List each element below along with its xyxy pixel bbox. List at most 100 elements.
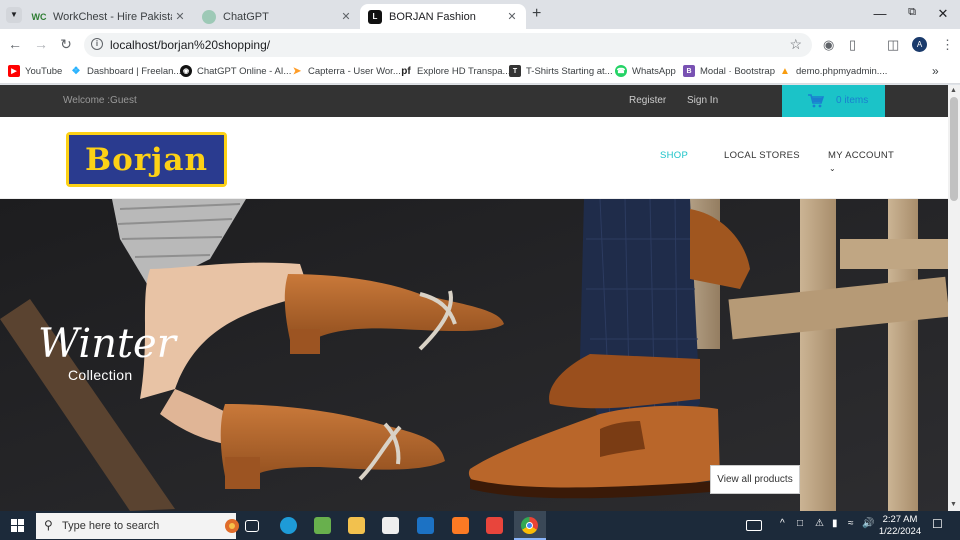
tab-title: BORJAN Fashion [389, 10, 476, 23]
nav-local-stores[interactable]: LOCAL STORES [724, 150, 800, 161]
mail-icon[interactable] [417, 517, 434, 534]
bookmark-label: Modal · Bootstrap [700, 65, 775, 77]
edge-icon[interactable] [280, 517, 297, 534]
new-tab-button[interactable]: + [532, 5, 541, 23]
back-arrow-icon[interactable]: ← [6, 36, 24, 52]
close-icon[interactable]: ✕ [172, 10, 188, 23]
bookmark-label: demo.phpmyadmin.... [796, 65, 888, 77]
bookmark-whatsapp[interactable]: ☎ WhatsApp [615, 65, 676, 77]
pngfind-icon: pf [401, 65, 411, 77]
hero-subline: Collection [68, 367, 133, 383]
close-icon[interactable]: ✕ [338, 10, 354, 23]
chrome-taskbar-button[interactable] [514, 511, 546, 540]
tab-borjan[interactable]: L BORJAN Fashion ✕ [360, 4, 526, 29]
chatgpt-icon: ◉ [180, 65, 192, 77]
bookmark-star-icon[interactable]: ☆ [789, 36, 802, 53]
show-hidden-icons[interactable]: ^ [780, 518, 785, 529]
signin-link[interactable]: Sign In [687, 95, 718, 106]
bookmark-label: T-Shirts Starting at... [526, 65, 613, 77]
borjan-logo[interactable]: Borjan [66, 132, 227, 187]
scroll-up-icon[interactable]: ▲ [950, 87, 957, 94]
taskbar-search-box[interactable]: ⚲ Type here to search [36, 513, 239, 539]
media-app-icon[interactable] [486, 517, 503, 534]
site-topbar: Welcome :Guest Register Sign In 0 items [0, 85, 948, 117]
profile-avatar[interactable]: A [912, 37, 927, 52]
reload-icon[interactable]: ↻ [57, 36, 75, 53]
phpmyadmin-icon: ▲ [780, 65, 790, 77]
page-scrollbar[interactable]: ▲ ▼ [948, 85, 960, 511]
cart-button[interactable]: 0 items [782, 85, 885, 117]
store-icon[interactable] [382, 517, 399, 534]
menu-dots-icon[interactable]: ⋮ [941, 37, 954, 53]
search-icon: ⚲ [44, 518, 53, 532]
nav-shop[interactable]: SHOP [660, 150, 688, 161]
nav-my-account[interactable]: MY ACCOUNT [828, 150, 894, 161]
whatsapp-icon: ☎ [615, 65, 627, 77]
view-all-products-button[interactable]: View all products [710, 465, 800, 494]
workchest-icon: WC [31, 11, 47, 22]
bookmark-label: Capterra - User Wor... [308, 65, 401, 77]
tshirt-icon: T [509, 65, 521, 77]
chevron-down-icon[interactable]: ⌄ [829, 164, 836, 173]
taskbar-clock[interactable]: 2:27 AM 1/22/2024 [874, 514, 926, 538]
welcome-text: Welcome :Guest [63, 95, 137, 106]
keyboard-icon[interactable] [746, 520, 762, 531]
tab-workchest[interactable]: WC WorkChest - Hire Pakistani Free ✕ [24, 4, 194, 29]
site-header: Borjan SHOP LOCAL STORES MY ACCOUNT ⌄ [0, 117, 948, 199]
bookmark-pngfind[interactable]: pf Explore HD Transpa... [400, 65, 510, 77]
battery-icon[interactable]: ▮ [832, 518, 838, 529]
clock-date: 1/22/2024 [878, 526, 922, 537]
youtube-icon: ▶ [8, 65, 20, 77]
tab-search-button[interactable]: ▼ [6, 7, 22, 23]
xampp-icon[interactable] [452, 517, 469, 534]
bookmark-freelancer[interactable]: ❖ Dashboard | Freelan... [70, 65, 182, 77]
bookmark-bootstrap[interactable]: B Modal · Bootstrap [683, 65, 775, 77]
tab-title: WorkChest - Hire Pakistani Free [53, 10, 172, 23]
freelancer-icon: ❖ [71, 65, 81, 77]
hero-headline: Winter [38, 321, 176, 367]
side-panel-icon[interactable]: ◫ [887, 37, 899, 53]
register-link[interactable]: Register [629, 95, 666, 106]
file-explorer-icon[interactable] [348, 517, 365, 534]
browser-toolbar: ← → ↻ i localhost/borjan%20shopping/ ☆ ◉… [0, 29, 960, 60]
translate-icon[interactable]: ◉ [823, 37, 834, 53]
windows-taskbar: ⚲ Type here to search ^ □ ⚠ ▮ ≈ 🔊 2:27 A… [0, 511, 960, 540]
windows-start-icon[interactable] [11, 519, 24, 532]
search-highlight-icon [225, 519, 239, 533]
scroll-thumb[interactable] [950, 97, 958, 201]
bookmark-chatgpt-online[interactable]: ◉ ChatGPT Online - AI... [180, 65, 291, 77]
capterra-icon: ➤ [292, 65, 302, 77]
meet-icon[interactable]: □ [797, 518, 803, 529]
cart-count: 0 items [836, 95, 869, 106]
excel-icon[interactable] [314, 517, 331, 534]
notifications-icon[interactable]: ☐ [932, 517, 943, 531]
task-view-icon[interactable] [245, 520, 259, 532]
volume-icon[interactable]: 🔊 [862, 518, 874, 529]
chrome-icon [521, 517, 538, 534]
scroll-down-icon[interactable]: ▼ [950, 501, 957, 508]
minimize-icon[interactable]: — [871, 6, 889, 21]
forward-arrow-icon[interactable]: → [32, 36, 50, 52]
bookmark-tshirts[interactable]: T T-Shirts Starting at... [509, 65, 613, 77]
security-icon[interactable]: ⚠ [815, 518, 824, 529]
tab-chatgpt[interactable]: ChatGPT ✕ [194, 4, 360, 29]
window-close-icon[interactable]: ✕ [934, 6, 952, 22]
restore-icon[interactable]: ⧉ [903, 6, 921, 19]
logo-text: Borjan [84, 141, 209, 178]
bookmark-label: Dashboard | Freelan... [87, 65, 182, 77]
wifi-icon[interactable]: ≈ [848, 518, 854, 529]
bookmark-label: WhatsApp [632, 65, 676, 77]
close-icon[interactable]: ✕ [504, 10, 520, 23]
logo-inner: Borjan [69, 135, 224, 184]
info-icon[interactable]: i [91, 38, 103, 50]
extensions-icon[interactable]: ▯ [849, 37, 856, 53]
hero-banner: Winter Collection View all products [0, 199, 948, 511]
chatgpt-icon [202, 9, 216, 24]
bookmark-capterra[interactable]: ➤ Capterra - User Wor... [291, 65, 401, 77]
address-bar[interactable]: i localhost/borjan%20shopping/ ☆ [84, 33, 812, 57]
bookmark-youtube[interactable]: ▶ YouTube [8, 65, 62, 77]
bookmark-phpmyadmin[interactable]: ▲ demo.phpmyadmin.... [779, 65, 887, 77]
tab-title: ChatGPT [223, 10, 269, 23]
more-bookmarks-icon[interactable]: » [932, 64, 939, 78]
url-text[interactable]: localhost/borjan%20shopping/ [110, 38, 270, 52]
